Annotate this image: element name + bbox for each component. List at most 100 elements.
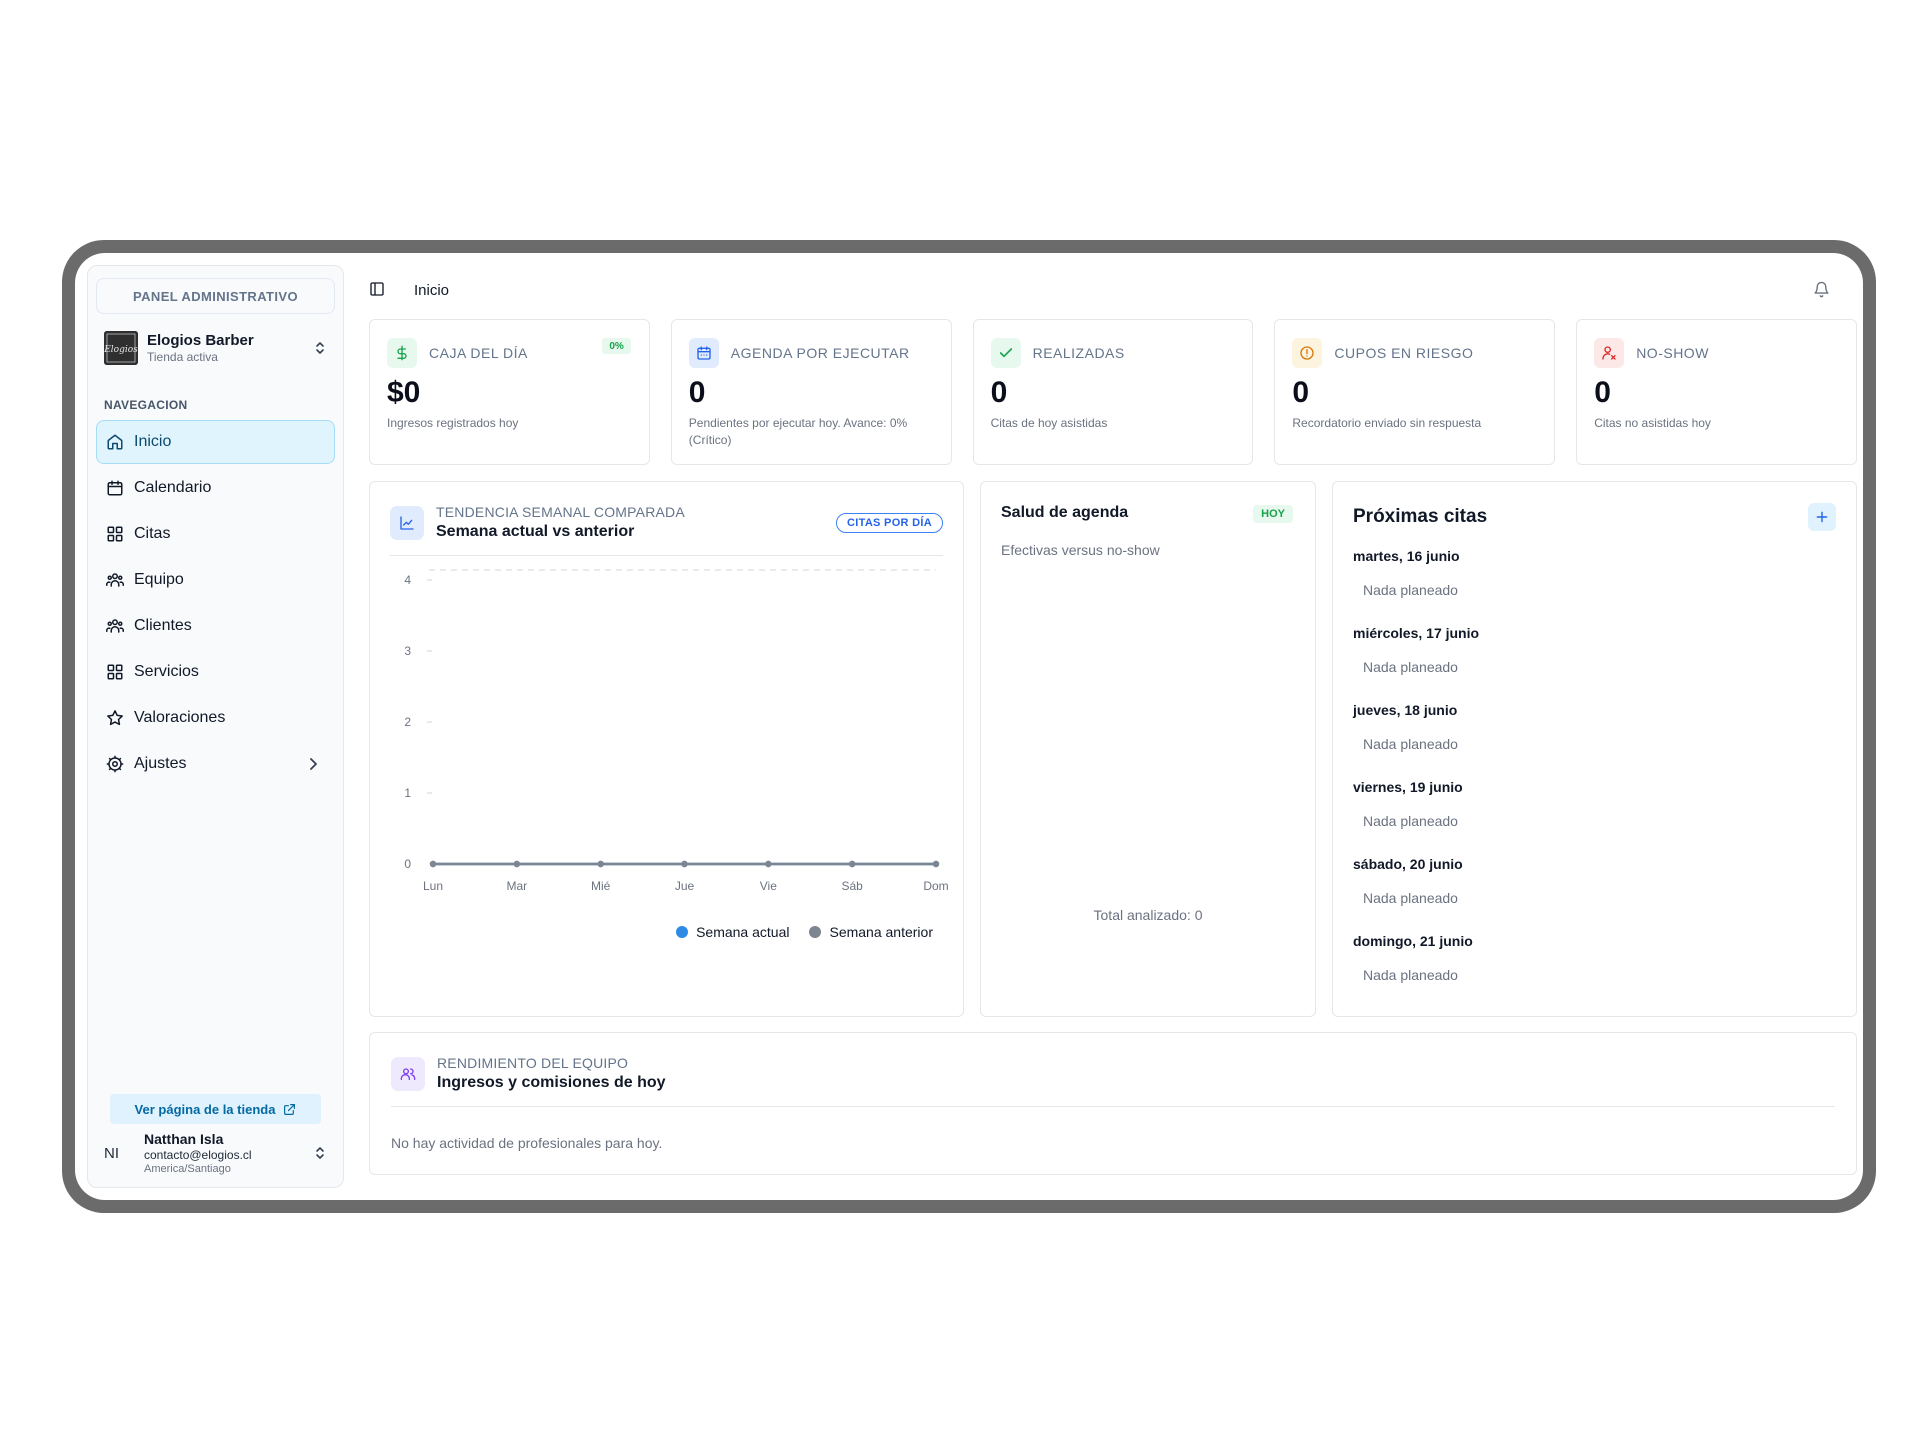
sidebar-item-label: Servicios xyxy=(134,663,199,680)
sidebar: PANEL ADMINISTRATIVO Elogios Elogios Bar… xyxy=(87,265,344,1188)
data-point xyxy=(513,860,521,868)
store-name: Elogios Barber xyxy=(147,332,254,349)
kpi-label: REALIZADAS xyxy=(1032,345,1125,361)
add-appointment-button[interactable] xyxy=(1808,503,1836,531)
kpi-value: 0 xyxy=(990,376,1008,409)
team-empty-text: No hay actividad de profesionales para h… xyxy=(391,1135,663,1151)
day-label: viernes, 19 junio xyxy=(1353,779,1463,795)
svg-text:Elogios: Elogios xyxy=(104,345,138,355)
store-switcher[interactable]: Elogios Elogios Barber Tienda activa xyxy=(104,328,327,368)
users-icon xyxy=(106,571,124,589)
kpi-label: CAJA DEL DÍA xyxy=(429,345,528,361)
sidebar-item-servicios[interactable]: Servicios xyxy=(96,650,335,694)
kpi-value: $0 xyxy=(387,376,421,409)
day-empty-text: Nada planeado xyxy=(1363,659,1458,675)
team-performance-card: RENDIMIENTO DEL EQUIPO Ingresos y comisi… xyxy=(369,1032,1857,1175)
today-badge: HOY xyxy=(1253,505,1293,523)
line-chart: 0 1 2 3 4 Lun Mar Mié Jue Vie Sáb Dom xyxy=(404,569,949,893)
sidebar-item-label: Inicio xyxy=(134,433,172,450)
y-tick-label: 0 xyxy=(404,857,411,871)
kpi-description: Citas no asistidas hoy xyxy=(1594,415,1711,430)
dollar-icon xyxy=(387,338,417,368)
y-tick-label: 1 xyxy=(404,786,411,800)
panel-label: PANEL ADMINISTRATIVO xyxy=(96,278,335,314)
bell-icon[interactable] xyxy=(1813,281,1831,299)
app-window: PANEL ADMINISTRATIVO Elogios Elogios Bar… xyxy=(75,253,1863,1200)
sidebar-item-equipo[interactable]: Equipo xyxy=(96,558,335,602)
kpi-badge: 0% xyxy=(602,338,631,354)
card-title: Salud de agenda xyxy=(1001,504,1129,521)
chart-icon xyxy=(390,505,424,540)
legend-label: Semana actual xyxy=(696,924,790,940)
card-kicker: RENDIMIENTO DEL EQUIPO xyxy=(437,1055,629,1071)
weekly-trend-card: TENDENCIA SEMANAL COMPARADA Semana actua… xyxy=(369,481,964,1017)
calendar-icon xyxy=(106,479,124,497)
day-group: jueves, 18 junio Nada planeado xyxy=(1353,702,1836,755)
x-tick-label: Mié xyxy=(591,879,611,893)
chart-legend: Semana actual Semana anterior xyxy=(656,924,933,940)
store-logo: Elogios xyxy=(104,331,138,365)
sidebar-nav: Inicio Calendario Citas Equipo Clientes … xyxy=(96,420,335,786)
sidebar-item-calendario[interactable]: Calendario xyxy=(96,466,335,510)
kpi-card-no-show: NO-SHOW 0 Citas no asistidas hoy xyxy=(1576,319,1857,465)
legend-item-previous[interactable]: Semana anterior xyxy=(809,924,933,940)
day-empty-text: Nada planeado xyxy=(1363,813,1458,829)
legend-label: Semana anterior xyxy=(829,924,933,940)
kpi-row: CAJA DEL DÍA 0% $0 Ingresos registrados … xyxy=(369,319,1857,465)
sidebar-item-clientes[interactable]: Clientes xyxy=(96,604,335,648)
data-point xyxy=(429,860,437,868)
topbar: Inicio xyxy=(369,275,1841,305)
gear-icon xyxy=(106,755,124,773)
user-menu[interactable]: NI Natthan Isla contacto@elogios.cl Amer… xyxy=(104,1127,327,1179)
sidebar-item-inicio[interactable]: Inicio xyxy=(96,420,335,464)
sidebar-item-label: Citas xyxy=(134,525,171,542)
device-frame: PANEL ADMINISTRATIVO Elogios Elogios Bar… xyxy=(62,240,1876,1213)
day-label: martes, 16 junio xyxy=(1353,548,1460,564)
alert-icon xyxy=(1292,338,1323,368)
calendar-icon xyxy=(688,338,719,368)
day-empty-text: Nada planeado xyxy=(1363,736,1458,752)
grid-icon xyxy=(106,663,124,681)
day-empty-text: Nada planeado xyxy=(1363,582,1458,598)
sidebar-item-ajustes[interactable]: Ajustes xyxy=(96,742,335,786)
external-link-icon xyxy=(284,1103,296,1115)
kpi-label: CUPOS EN RIESGO xyxy=(1334,345,1474,361)
legend-dot xyxy=(676,926,689,938)
sidebar-item-label: Valoraciones xyxy=(134,709,226,726)
day-empty-text: Nada planeado xyxy=(1363,967,1458,983)
chevrons-up-down-icon xyxy=(313,339,327,357)
view-store-link[interactable]: Ver página de la tienda xyxy=(110,1094,321,1124)
day-empty-text: Nada planeado xyxy=(1363,890,1458,906)
legend-dot xyxy=(809,926,822,938)
kpi-card-realizadas: REALIZADAS 0 Citas de hoy asistidas xyxy=(972,319,1254,465)
day-label: sábado, 20 junio xyxy=(1353,856,1463,872)
card-subtitle: Efectivas versus no-show xyxy=(1001,542,1160,558)
kpi-description: Ingresos registrados hoy xyxy=(387,415,519,430)
chart-metric-pill[interactable]: CITAS POR DÍA xyxy=(836,512,943,533)
sidebar-toggle-icon[interactable] xyxy=(369,281,387,299)
x-tick-label: Mar xyxy=(506,879,527,893)
kpi-value: 0 xyxy=(1594,376,1611,409)
users-icon xyxy=(391,1056,425,1091)
user-x-icon xyxy=(1594,338,1625,368)
y-tick-label: 3 xyxy=(404,644,411,658)
view-store-link-label: Ver página de la tienda xyxy=(134,1101,276,1117)
data-point xyxy=(932,860,940,868)
day-group: miércoles, 17 junio Nada planeado xyxy=(1353,625,1836,678)
day-label: miércoles, 17 junio xyxy=(1353,625,1480,641)
day-group: viernes, 19 junio Nada planeado xyxy=(1353,779,1836,832)
kpi-card-agenda: AGENDA POR EJECUTAR 0 Pendientes por eje… xyxy=(670,319,952,465)
legend-item-current[interactable]: Semana actual xyxy=(676,924,789,940)
kpi-label: AGENDA POR EJECUTAR xyxy=(730,345,910,361)
user-timezone: America/Santiago xyxy=(144,1163,231,1175)
sidebar-item-valoraciones[interactable]: Valoraciones xyxy=(96,696,335,740)
sidebar-item-citas[interactable]: Citas xyxy=(96,512,335,556)
day-list: martes, 16 junio Nada planeado miércoles… xyxy=(1353,548,1836,986)
card-title: Semana actual vs anterior xyxy=(436,523,635,540)
x-tick-label: Dom xyxy=(923,879,948,893)
kpi-card-cupos-riesgo: CUPOS EN RIESGO 0 Recordatorio enviado s… xyxy=(1274,319,1556,465)
store-status: Tienda activa xyxy=(147,350,218,364)
sidebar-item-label: Equipo xyxy=(134,571,184,588)
kpi-value: 0 xyxy=(1292,376,1310,409)
data-point xyxy=(765,860,772,868)
